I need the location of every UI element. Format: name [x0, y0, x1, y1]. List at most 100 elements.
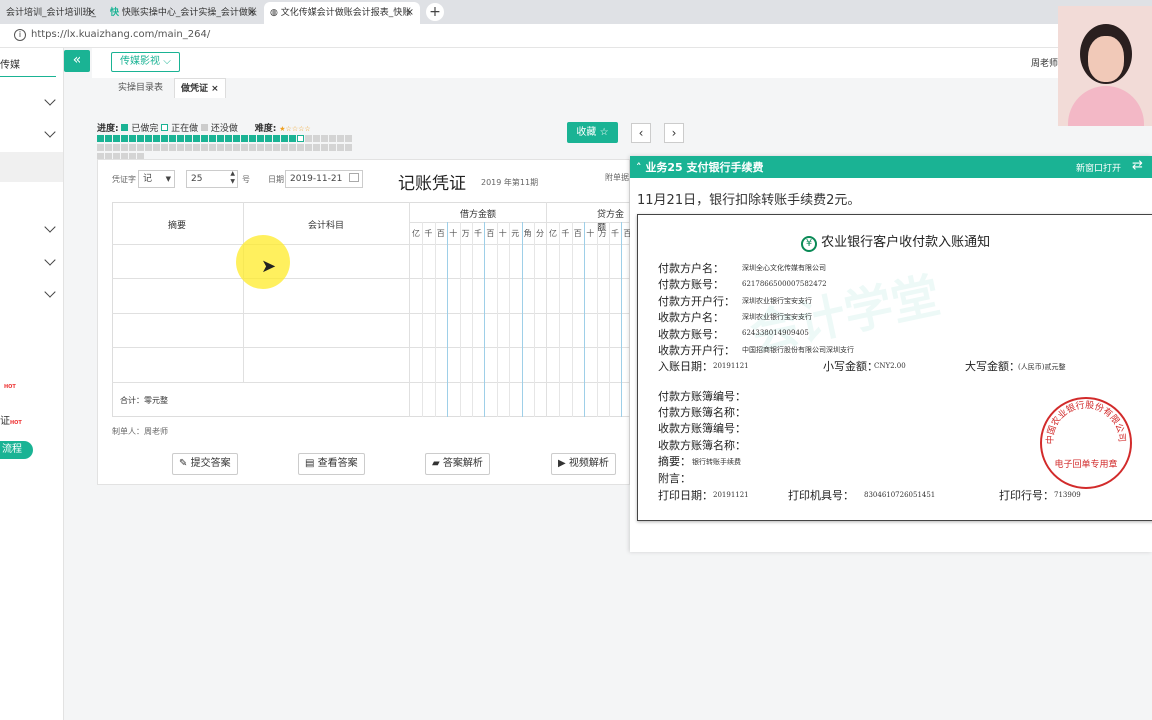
progress-cell[interactable] — [137, 135, 144, 142]
progress-cell[interactable] — [193, 144, 200, 151]
progress-cell[interactable] — [233, 135, 240, 142]
open-new-window-link[interactable]: 新窗口打开 — [1076, 161, 1121, 174]
progress-cell[interactable] — [145, 135, 152, 142]
progress-cell[interactable] — [329, 144, 336, 151]
company-dropdown[interactable]: 传媒影视 ⌵ — [111, 52, 180, 72]
progress-cell[interactable] — [185, 135, 192, 142]
flow-button[interactable]: 流程 — [0, 441, 33, 459]
progress-cell[interactable] — [113, 135, 120, 142]
progress-cell[interactable] — [217, 144, 224, 151]
address-bar[interactable]: i https://lx.kuaizhang.com/main_264/ — [0, 24, 1152, 48]
close-icon[interactable]: × — [211, 84, 219, 94]
done-swatch — [121, 124, 129, 131]
chevron-down-icon[interactable] — [44, 286, 56, 298]
tab-close-icon[interactable]: × — [88, 2, 96, 24]
progress-cell[interactable] — [305, 135, 312, 142]
next-button[interactable]: › — [664, 123, 684, 143]
answer-analysis-button[interactable]: ▰ 答案解析 — [425, 453, 490, 475]
progress-cell[interactable] — [105, 144, 112, 151]
favorite-button[interactable]: 收藏 ☆ — [567, 122, 618, 143]
progress-cell[interactable] — [105, 135, 112, 142]
progress-cell[interactable] — [345, 144, 352, 151]
progress-cell[interactable] — [217, 135, 224, 142]
progress-cell[interactable] — [201, 135, 208, 142]
progress-cell[interactable] — [201, 144, 208, 151]
tab-close-icon[interactable]: × — [406, 2, 414, 24]
progress-cell[interactable] — [97, 144, 104, 151]
progress-cell[interactable] — [345, 135, 352, 142]
progress-cell[interactable] — [129, 135, 136, 142]
progress-cell[interactable] — [169, 135, 176, 142]
progress-cell[interactable] — [241, 135, 248, 142]
progress-cell[interactable] — [145, 144, 152, 151]
prev-button[interactable]: ‹ — [631, 123, 651, 143]
progress-cell[interactable] — [281, 135, 288, 142]
progress-cell[interactable] — [313, 135, 320, 142]
progress-cell[interactable] — [193, 135, 200, 142]
progress-cell[interactable] — [177, 144, 184, 151]
progress-cell[interactable] — [209, 144, 216, 151]
progress-cell[interactable] — [273, 135, 280, 142]
progress-cell[interactable] — [225, 135, 232, 142]
sidebar-item-voucher[interactable]: 证HOT — [0, 412, 22, 427]
video-analysis-button[interactable]: ▶ 视频解析 — [551, 453, 616, 475]
progress-cell[interactable] — [273, 144, 280, 151]
progress-cell[interactable] — [169, 144, 176, 151]
tab-close-icon[interactable]: × — [248, 2, 256, 24]
progress-cell[interactable] — [257, 144, 264, 151]
progress-cell[interactable] — [113, 144, 120, 151]
progress-cell[interactable] — [153, 144, 160, 151]
progress-cell[interactable] — [313, 144, 320, 151]
progress-cell[interactable] — [185, 144, 192, 151]
progress-cell[interactable] — [297, 144, 304, 151]
progress-cell[interactable] — [337, 144, 344, 151]
chevron-down-icon[interactable] — [44, 254, 56, 266]
new-tab-button[interactable]: + — [426, 3, 444, 21]
site-info-icon[interactable]: i — [14, 29, 26, 41]
tab-make-voucher[interactable]: 做凭证 × — [174, 78, 226, 98]
progress-cell[interactable] — [209, 135, 216, 142]
progress-cell[interactable] — [321, 144, 328, 151]
sidebar-collapse-button[interactable]: « — [64, 50, 90, 72]
submit-answer-button[interactable]: ✎ 提交答案 — [172, 453, 238, 475]
chevron-down-icon[interactable] — [44, 221, 56, 233]
tab-catalog[interactable]: 实操目录表 — [112, 78, 169, 98]
progress-cell[interactable] — [289, 135, 296, 142]
progress-cell[interactable] — [265, 135, 272, 142]
sidebar-item-active[interactable] — [0, 152, 63, 182]
browser-tab-1[interactable]: 会计培训_会计培训班_ × — [0, 2, 102, 24]
progress-cell[interactable] — [241, 144, 248, 151]
task-description: 11月21日，银行扣除转账手续费2元。 — [637, 193, 861, 208]
progress-cell[interactable] — [249, 135, 256, 142]
progress-cell[interactable] — [121, 135, 128, 142]
progress-cell[interactable] — [161, 135, 168, 142]
progress-cell[interactable] — [177, 135, 184, 142]
progress-cell[interactable] — [129, 144, 136, 151]
progress-cell[interactable] — [281, 144, 288, 151]
swap-icon[interactable]: ⇄ — [1132, 158, 1143, 173]
chevron-up-icon[interactable]: ˄ — [636, 161, 642, 174]
progress-cell[interactable] — [257, 135, 264, 142]
chevron-down-icon[interactable] — [44, 126, 56, 138]
browser-tab-2[interactable]: 快 快账实操中心_会计实操_会计做账 × — [104, 2, 262, 24]
progress-cell[interactable] — [321, 135, 328, 142]
chevron-down-icon[interactable] — [44, 94, 56, 106]
progress-cell[interactable] — [249, 144, 256, 151]
browser-tab-3[interactable]: ◍ 文化传媒会计做账会计报表_快账 × — [264, 2, 420, 24]
progress-cell[interactable] — [225, 144, 232, 151]
user-name[interactable]: 周老师 — [1031, 56, 1058, 69]
progress-cell[interactable] — [265, 144, 272, 151]
progress-cell[interactable] — [137, 144, 144, 151]
progress-cell[interactable] — [153, 135, 160, 142]
progress-cell[interactable] — [337, 135, 344, 142]
view-answer-button[interactable]: ▤ 查看答案 — [298, 453, 365, 475]
progress-cell[interactable] — [305, 144, 312, 151]
progress-cell[interactable] — [121, 144, 128, 151]
progress-cell[interactable] — [97, 135, 104, 142]
progress-cell[interactable] — [297, 135, 304, 142]
progress-cell[interactable] — [329, 135, 336, 142]
url-text[interactable]: https://lx.kuaizhang.com/main_264/ — [31, 29, 210, 40]
progress-cell[interactable] — [161, 144, 168, 151]
progress-cell[interactable] — [233, 144, 240, 151]
progress-cell[interactable] — [289, 144, 296, 151]
